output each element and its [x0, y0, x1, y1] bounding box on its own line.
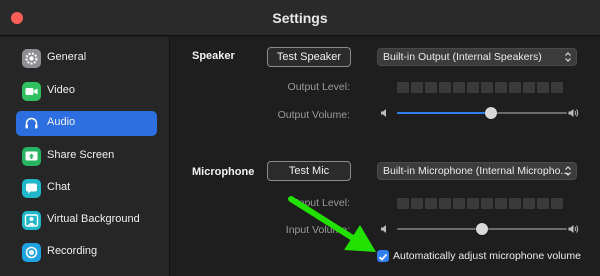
speaker-device-select[interactable]: Built-in Output (Internal Speakers): [377, 48, 577, 66]
record-icon: [22, 243, 41, 262]
input-volume-slider[interactable]: [397, 222, 567, 236]
auto-adjust-mic-label[interactable]: Automatically adjust microphone volume: [393, 250, 581, 262]
input-level-meter: [397, 198, 563, 209]
volume-high-icon: [568, 109, 579, 117]
input-volume-label: Input Volume:: [285, 224, 350, 236]
sidebar-item-label: Recording: [47, 245, 98, 257]
sidebar-item-label: Audio: [47, 116, 76, 128]
speaker-device-value: Built-in Output (Internal Speakers): [383, 51, 542, 63]
sidebar-item-chat[interactable]: Chat: [16, 176, 157, 201]
microphone-device-value: Built-in Microphone (Internal Micropho..…: [383, 165, 570, 177]
sidebar-item-label: Chat: [47, 181, 71, 193]
volume-low-icon: [381, 225, 386, 233]
checkmark-icon: [378, 253, 388, 261]
sidebar-item-audio[interactable]: Audio: [16, 111, 157, 136]
sidebar-item-label: Video: [47, 84, 75, 96]
microphone-section-label: Microphone: [192, 166, 255, 178]
sidebar-item-virtual-background[interactable]: Virtual Background: [16, 208, 157, 233]
gear-icon: [22, 49, 41, 68]
slider-knob[interactable]: [484, 107, 497, 119]
video-camera-icon: [22, 82, 41, 101]
chevron-up-down-icon: [565, 166, 571, 176]
headphones-icon: [22, 114, 41, 133]
output-volume-slider[interactable]: [397, 106, 567, 120]
microphone-device-select[interactable]: Built-in Microphone (Internal Micropho..…: [377, 162, 577, 180]
sidebar: General Video Audio Share Screen Chat Vi…: [0, 37, 170, 276]
sidebar-item-label: Share Screen: [47, 149, 115, 161]
input-level-label: Input Level:: [295, 197, 350, 209]
sidebar-item-general[interactable]: General: [16, 46, 157, 71]
sidebar-item-share-screen[interactable]: Share Screen: [16, 144, 157, 169]
sidebar-item-label: Virtual Background: [47, 213, 140, 225]
sidebar-item-label: General: [47, 51, 87, 63]
test-speaker-button[interactable]: Test Speaker: [267, 47, 351, 67]
sidebar-item-recording[interactable]: Recording: [16, 240, 157, 265]
audio-settings-panel: Speaker Test Speaker Built-in Output (In…: [171, 37, 600, 276]
slider-fill: [397, 112, 491, 114]
window-title: Settings: [272, 10, 328, 26]
output-volume-label: Output Volume:: [277, 109, 350, 121]
slider-knob[interactable]: [476, 223, 488, 235]
sidebar-item-video[interactable]: Video: [16, 79, 157, 104]
speaker-section-label: Speaker: [192, 50, 235, 62]
test-mic-button[interactable]: Test Mic: [267, 161, 351, 181]
slider-fill: [397, 228, 482, 230]
output-level-label: Output Level:: [287, 81, 350, 93]
share-screen-icon: [22, 147, 41, 166]
chat-bubble-icon: [22, 179, 41, 198]
output-level-meter: [397, 82, 563, 93]
title-bar: Settings: [0, 0, 600, 36]
person-background-icon: [22, 211, 41, 230]
chevron-up-down-icon: [565, 52, 571, 62]
auto-adjust-mic-checkbox[interactable]: [377, 250, 389, 262]
volume-high-icon: [568, 225, 579, 233]
volume-low-icon: [381, 109, 386, 117]
